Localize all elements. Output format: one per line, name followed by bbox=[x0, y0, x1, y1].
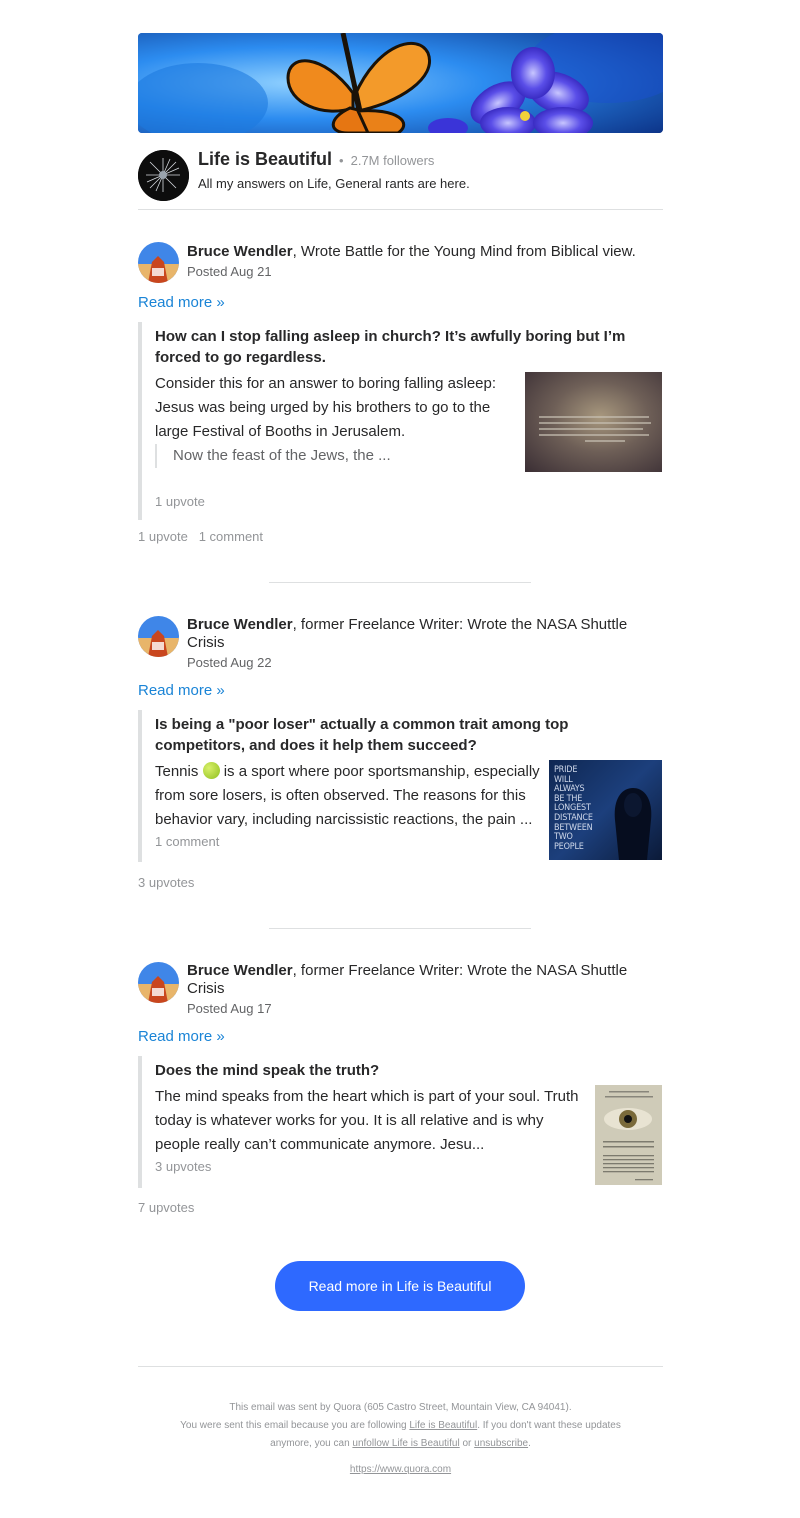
butterfly-flower-illustration bbox=[138, 33, 663, 133]
footer-reason-text-end: . If you don't want these updates bbox=[477, 1420, 621, 1431]
inner-upvotes: 1 upvote bbox=[155, 494, 205, 509]
space-followers: 2.7M followers bbox=[350, 153, 435, 168]
space-separator: • bbox=[339, 153, 344, 168]
author-name[interactable]: Bruce Wendler bbox=[187, 243, 293, 260]
post-divider bbox=[269, 928, 531, 929]
author-credential: , Wrote Battle for the Young Mind from B… bbox=[292, 243, 636, 260]
answer-excerpt: Consider this for an answer to boring fa… bbox=[155, 375, 497, 440]
inner-upvotes: 3 upvotes bbox=[155, 1159, 212, 1174]
post-author-line: Bruce Wendler, former Freelance Writer: … bbox=[187, 616, 647, 652]
author-avatar[interactable] bbox=[138, 616, 179, 657]
footer-reason: You were sent this email because you are… bbox=[138, 1417, 663, 1435]
space-avatar[interactable] bbox=[138, 150, 189, 201]
quora-url-link[interactable]: https://www.quora.com bbox=[350, 1464, 451, 1475]
post-date: Posted Aug 21 bbox=[187, 264, 272, 279]
answer-thumbnail bbox=[525, 372, 662, 472]
avatar-image bbox=[138, 616, 179, 657]
answer-text-start: Tennis bbox=[155, 763, 199, 780]
read-more-link[interactable]: Read more » bbox=[138, 682, 225, 699]
space-link[interactable]: Life is Beautiful bbox=[409, 1420, 477, 1431]
space-description: All my answers on Life, General rants ar… bbox=[198, 176, 470, 191]
tennis-ball-icon bbox=[202, 762, 220, 779]
author-name[interactable]: Bruce Wendler bbox=[187, 962, 293, 979]
divider bbox=[138, 1366, 663, 1367]
answer-thumbnail bbox=[595, 1085, 662, 1185]
author-name[interactable]: Bruce Wendler bbox=[187, 616, 293, 633]
read-more-link[interactable]: Read more » bbox=[138, 1028, 225, 1045]
answer-excerpt: The mind speaks from the heart which is … bbox=[155, 1088, 579, 1153]
post-author-line: Bruce Wendler, former Freelance Writer: … bbox=[187, 962, 647, 998]
divider bbox=[138, 209, 663, 210]
post-stats: 7 upvotes bbox=[138, 1200, 195, 1215]
unsubscribe-link[interactable]: unsubscribe bbox=[474, 1438, 528, 1449]
avatar-image bbox=[138, 962, 179, 1003]
footer-text: This email was sent by Quora (605 Castro… bbox=[138, 1399, 663, 1453]
author-avatar[interactable] bbox=[138, 962, 179, 1003]
post-stats: 3 upvotes bbox=[138, 875, 195, 890]
inner-comments: 1 comment bbox=[155, 834, 220, 849]
read-more-space-button[interactable]: Read more in Life is Beautiful bbox=[275, 1261, 525, 1311]
author-avatar[interactable] bbox=[138, 242, 179, 283]
footer-unsubscribe-line: anymore, you can unfollow Life is Beauti… bbox=[138, 1435, 663, 1453]
question-title[interactable]: Does the mind speak the truth? bbox=[155, 1060, 660, 1081]
footer-text-start: anymore, you can bbox=[270, 1438, 353, 1449]
inner-quote: Now the feast of the Jews, the ... bbox=[155, 444, 495, 468]
footer-url-wrap: https://www.quora.com bbox=[138, 1461, 663, 1479]
space-title[interactable]: Life is Beautiful • 2.7M followers bbox=[198, 149, 434, 170]
post-date: Posted Aug 17 bbox=[187, 1001, 272, 1016]
footer-text-end: . bbox=[528, 1438, 531, 1449]
question-title[interactable]: How can I stop falling asleep in church?… bbox=[155, 326, 660, 368]
answer-thumbnail: PRIDE WILL ALWAYS BE THE LONGEST DISTANC… bbox=[549, 760, 662, 860]
post-divider bbox=[269, 582, 531, 583]
footer-sender: This email was sent by Quora (605 Castro… bbox=[229, 1402, 572, 1413]
unfollow-link[interactable]: unfollow Life is Beautiful bbox=[352, 1438, 459, 1449]
footer-text-mid: or bbox=[459, 1438, 475, 1449]
post-author-line: Bruce Wendler, Wrote Battle for the Youn… bbox=[187, 243, 647, 261]
image-caption: PRIDE WILL ALWAYS BE THE LONGEST DISTANC… bbox=[554, 765, 593, 852]
post-stats: 1 upvote 1 comment bbox=[138, 529, 264, 544]
space-banner-image bbox=[138, 33, 663, 133]
read-more-link[interactable]: Read more » bbox=[138, 294, 225, 311]
space-name[interactable]: Life is Beautiful bbox=[198, 149, 332, 169]
answer-excerpt: Tennis is a sport where poor sportsmansh… bbox=[155, 760, 540, 832]
post-date: Posted Aug 22 bbox=[187, 655, 272, 670]
question-title[interactable]: Is being a "poor loser" actually a commo… bbox=[155, 714, 660, 756]
dandelion-icon bbox=[138, 150, 189, 201]
eye-image bbox=[595, 1085, 662, 1185]
avatar-image bbox=[138, 242, 179, 283]
scripture-image bbox=[539, 416, 651, 442]
footer-reason-text: You were sent this email because you are… bbox=[180, 1420, 410, 1431]
